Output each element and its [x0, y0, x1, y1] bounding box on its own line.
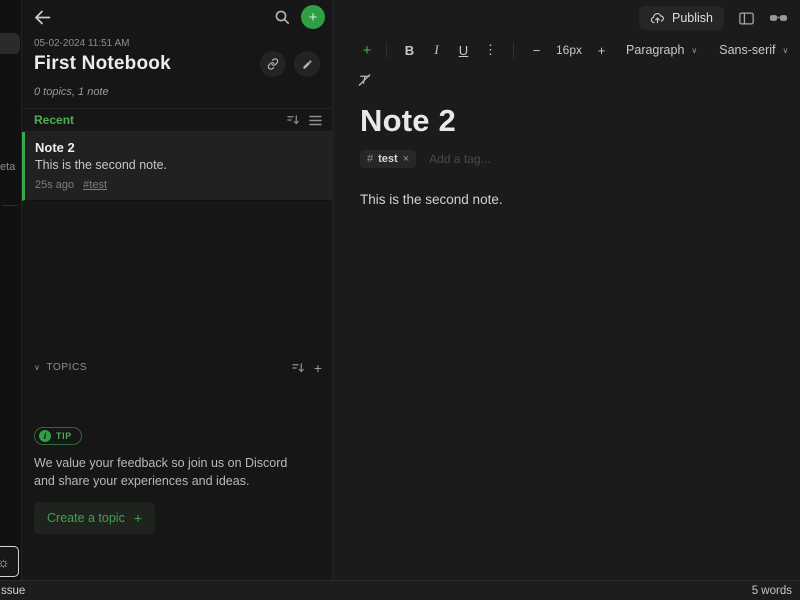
- tag-row: # test × Add a tag...: [360, 150, 776, 168]
- tag-chip-label: test: [378, 153, 398, 165]
- notebook-date: 05-02-2024 11:51 AM: [34, 38, 130, 49]
- plus-icon: +: [308, 8, 318, 26]
- minus-icon: −: [532, 42, 541, 58]
- beta-badge-fragment: eta: [0, 161, 16, 173]
- arrow-left-icon: [35, 10, 51, 24]
- search-button[interactable]: [274, 9, 290, 25]
- insert-block-button[interactable]: +: [357, 38, 377, 62]
- hash-icon: #: [367, 153, 374, 165]
- notebook-stats: 0 topics, 1 note: [34, 86, 109, 98]
- note-list-item[interactable]: Note 2 This is the second note. 25s ago …: [22, 132, 332, 201]
- editor-content: Note 2 # test × Add a tag... This is the…: [333, 91, 800, 207]
- nav-rail: eta ☼: [0, 0, 22, 580]
- app-window: eta ☼ + 05-02-2024 11:51 AM First Notebo…: [0, 0, 800, 600]
- font-family-value: Sans-serif: [719, 43, 776, 57]
- chevron-down-icon: ∨: [691, 45, 698, 55]
- plus-icon: +: [362, 41, 372, 59]
- clear-formatting-button[interactable]: [357, 73, 372, 87]
- view-mode-button[interactable]: [309, 115, 322, 126]
- publish-button[interactable]: Publish: [639, 6, 724, 30]
- paragraph-style-dropdown[interactable]: Paragraph ∨: [615, 43, 708, 57]
- topics-sort-button[interactable]: [292, 362, 305, 374]
- note-title-input[interactable]: Note 2: [360, 103, 776, 139]
- bold-button[interactable]: B: [396, 38, 423, 62]
- chevron-down-icon: ∨: [34, 363, 41, 373]
- add-topic-icon-button[interactable]: +: [314, 361, 322, 375]
- notebook-title: First Notebook: [34, 53, 171, 74]
- recent-group-header: Recent: [22, 108, 332, 132]
- status-bar: ssue 5 words: [0, 580, 800, 600]
- reading-glasses-icon: [769, 15, 788, 21]
- theme-toggle-button[interactable]: ☼: [0, 546, 19, 577]
- shortcut-link-button[interactable]: [260, 51, 286, 77]
- focus-mode-button[interactable]: [769, 13, 788, 23]
- kebab-menu-icon: ⋮: [484, 42, 497, 57]
- create-topic-label: Create a topic: [47, 511, 125, 525]
- topics-label: TOPICS: [46, 362, 88, 374]
- tip-badge: i TIP: [34, 426, 82, 445]
- sort-icon: [292, 362, 304, 373]
- list-view-icon: [309, 115, 322, 125]
- topics-section-header: ∨ TOPICS +: [22, 358, 332, 378]
- plus-icon: +: [597, 42, 606, 58]
- cloud-upload-icon: [650, 12, 664, 23]
- rail-nav-item-fragment[interactable]: [0, 33, 20, 54]
- sun-icon: ☼: [0, 553, 10, 570]
- tip-badge-label: TIP: [56, 430, 72, 441]
- clear-formatting-row: [333, 69, 800, 91]
- note-item-tag-link[interactable]: #test: [83, 179, 107, 191]
- search-icon: [275, 10, 289, 24]
- font-size-value[interactable]: 16px: [550, 43, 588, 57]
- note-item-preview: This is the second note.: [35, 158, 168, 172]
- clear-formatting-icon: [358, 74, 371, 86]
- underline-button[interactable]: U: [450, 38, 477, 62]
- topics-collapse-toggle[interactable]: ∨ TOPICS: [34, 362, 87, 373]
- report-issue-link-fragment[interactable]: ssue: [1, 585, 25, 597]
- plus-icon: +: [133, 510, 143, 526]
- info-icon: i: [39, 429, 51, 442]
- publish-label: Publish: [672, 11, 713, 25]
- decrease-font-size-button[interactable]: −: [523, 38, 550, 62]
- italic-button[interactable]: I: [423, 38, 450, 62]
- notebook-header: 05-02-2024 11:51 AM First Notebook 0 top…: [22, 32, 332, 108]
- editor-panel: Publish + B I U ⋮ − 16px + Paragraph ∨ S…: [333, 0, 800, 580]
- note-body-editable[interactable]: This is the second note.: [360, 192, 776, 207]
- paragraph-style-value: Paragraph: [626, 43, 685, 57]
- recent-group-label: Recent: [34, 113, 75, 127]
- tag-chip[interactable]: # test ×: [360, 150, 417, 168]
- editor-topbar: Publish: [333, 0, 800, 34]
- toggle-properties-button[interactable]: [739, 11, 754, 25]
- more-formatting-button[interactable]: ⋮: [477, 38, 504, 62]
- add-note-button[interactable]: +: [301, 5, 325, 29]
- sort-icon: [287, 115, 299, 125]
- chevron-down-icon: ∨: [782, 45, 789, 55]
- remove-tag-icon[interactable]: ×: [403, 153, 409, 165]
- increase-font-size-button[interactable]: +: [588, 38, 615, 62]
- editor-toolbar: + B I U ⋮ − 16px + Paragraph ∨ Sans-seri…: [333, 36, 800, 64]
- tip-text: We value your feedback so join us on Dis…: [34, 455, 288, 488]
- link-icon: [267, 58, 279, 70]
- word-count: 5 words: [751, 584, 792, 597]
- note-item-title: Note 2: [35, 140, 75, 155]
- back-button[interactable]: [34, 10, 51, 25]
- sort-button[interactable]: [287, 114, 300, 126]
- plus-icon: +: [313, 359, 322, 376]
- side-panel-icon: [739, 11, 754, 25]
- note-item-timestamp: 25s ago: [35, 179, 75, 191]
- pencil-icon: [302, 59, 312, 69]
- tip-box: i TIP We value your feedback so join us …: [34, 426, 320, 490]
- notes-panel-spacer: [22, 201, 332, 358]
- font-family-dropdown[interactable]: Sans-serif ∨: [708, 43, 799, 57]
- main-layout: eta ☼ + 05-02-2024 11:51 AM First Notebo…: [0, 0, 800, 580]
- add-tag-input[interactable]: Add a tag...: [429, 152, 490, 166]
- create-topic-button[interactable]: Create a topic +: [34, 502, 156, 534]
- rail-divider: [2, 205, 18, 206]
- edit-notebook-button[interactable]: [294, 51, 320, 77]
- notes-panel-topbar: +: [22, 0, 332, 32]
- notes-panel: + 05-02-2024 11:51 AM First Notebook 0 t…: [22, 0, 333, 580]
